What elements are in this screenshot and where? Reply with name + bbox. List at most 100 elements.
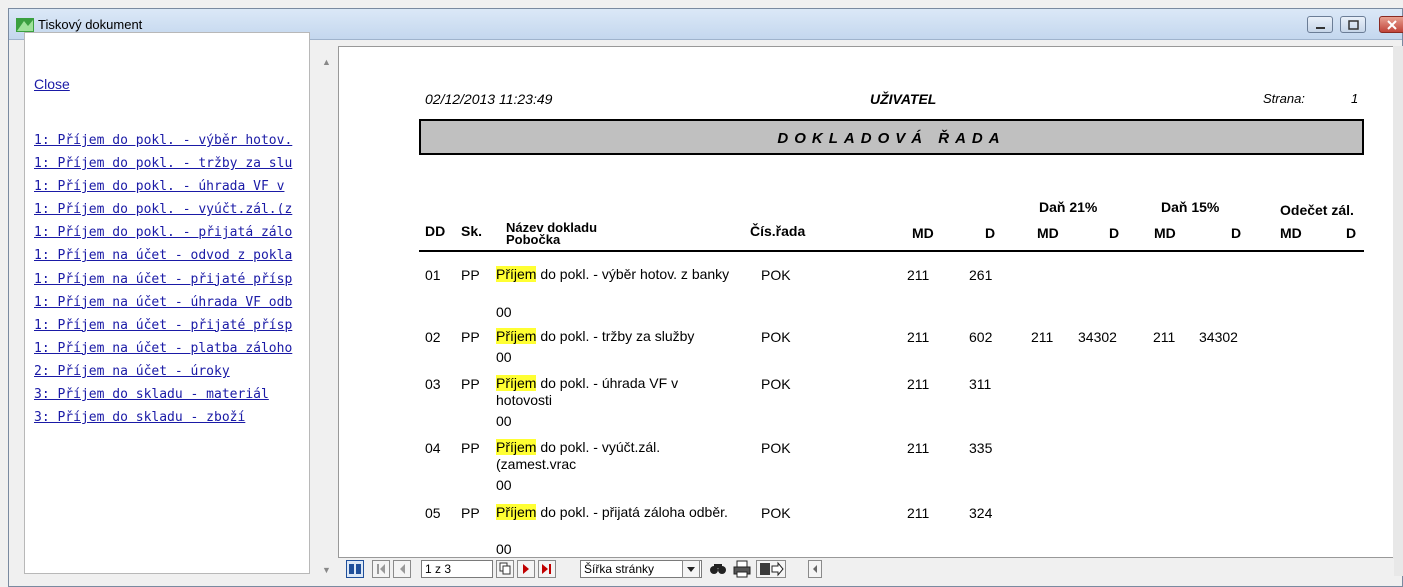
row-sk: PP — [461, 376, 480, 392]
row-dd: 04 — [425, 440, 441, 456]
header-d15: D — [1231, 225, 1242, 241]
search-highlight: Příjem — [496, 439, 537, 455]
document-link[interactable]: 1: Příjem do pokl. - přijatá zálo — [34, 221, 292, 244]
toggle-tree-icon[interactable] — [346, 560, 364, 578]
row-sk: PP — [461, 329, 480, 345]
report-page: 02/12/2013 11:23:49 UŽIVATEL Strana: 1 D… — [339, 47, 1393, 557]
row-d15: 34302 — [1199, 329, 1238, 345]
document-link[interactable]: 1: Příjem do pokl. - vyúčt.zál.(z — [34, 198, 292, 221]
row-md: 211 — [907, 505, 930, 521]
search-highlight: Příjem — [496, 375, 537, 391]
row-d: 324 — [969, 505, 993, 521]
row-name: Příjem do pokl. - úhrada VF v hotovosti — [496, 375, 736, 409]
document-link[interactable]: 1: Příjem do pokl. - úhrada VF v — [34, 175, 292, 198]
row-dd: 05 — [425, 505, 441, 521]
row-md: 211 — [907, 329, 930, 345]
header-md15: MD — [1154, 225, 1176, 241]
header-d21: D — [1109, 225, 1120, 241]
row-md: 211 — [907, 376, 930, 392]
header-md: MD — [912, 225, 934, 241]
page-label: Strana: — [1263, 91, 1305, 106]
report-title: DOKLADOVÁ ŘADA — [777, 130, 1006, 147]
document-link[interactable]: 1: Příjem do pokl. - tržby za slu — [34, 152, 292, 175]
document-link[interactable]: 2: Příjem na účet - úroky — [34, 360, 292, 383]
document-link[interactable]: 3: Příjem do skladu - materiál — [34, 383, 292, 406]
report-title-band: DOKLADOVÁ ŘADA — [419, 119, 1364, 155]
document-link[interactable]: 1: Příjem na účet - platba záloho — [34, 337, 292, 360]
row-d: 311 — [969, 376, 992, 392]
report-viewer: 02/12/2013 11:23:49 UŽIVATEL Strana: 1 D… — [338, 46, 1394, 558]
dropdown-arrow-icon[interactable] — [682, 560, 700, 578]
row-branch: 00 — [496, 541, 512, 557]
header-md21: MD — [1037, 225, 1059, 241]
window-title: Tiskový dokument — [38, 17, 143, 32]
close-link[interactable]: Close — [34, 76, 70, 92]
page-number: 1 — [1351, 91, 1359, 106]
row-d21: 34302 — [1078, 329, 1117, 345]
scroll-up-icon[interactable]: ▲ — [322, 57, 331, 67]
viewer-toolbar: 1 z 3 Šířka stránky — [338, 559, 1394, 581]
first-page-icon[interactable] — [372, 560, 390, 578]
header-series: Čís.řada — [750, 223, 806, 239]
scroll-down-icon[interactable]: ▼ — [322, 565, 331, 575]
row-md15: 211 — [1153, 329, 1176, 345]
row-dd: 03 — [425, 376, 441, 392]
close-icon — [1387, 20, 1397, 30]
row-name-rest: do pokl. - výběr hotov. z banky — [536, 266, 730, 282]
search-highlight: Příjem — [496, 266, 537, 282]
row-name: Příjem do pokl. - přijatá záloha odběr. — [496, 504, 736, 521]
header-deduct: Odečet zál. — [1280, 202, 1354, 218]
row-md21: 211 — [1031, 329, 1054, 345]
document-link[interactable]: 1: Příjem do pokl. - výběr hotov. — [34, 129, 292, 152]
prev-page-icon[interactable] — [393, 560, 411, 578]
row-md: 211 — [907, 267, 930, 283]
header-sk: Sk. — [461, 223, 483, 239]
row-branch: 00 — [496, 304, 512, 320]
search-highlight: Příjem — [496, 504, 537, 520]
row-branch: 00 — [496, 349, 512, 365]
row-d: 602 — [969, 329, 993, 345]
report-datetime: 02/12/2013 11:23:49 — [425, 91, 553, 107]
row-branch: 00 — [496, 413, 512, 429]
minimize-button[interactable] — [1307, 16, 1333, 33]
report-user: UŽIVATEL — [870, 91, 937, 107]
document-list: 1: Příjem do pokl. - výběr hotov. 1: Pří… — [34, 129, 292, 429]
print-icon[interactable] — [732, 560, 752, 578]
row-sk: PP — [461, 505, 480, 521]
viewer-scrollbar[interactable] — [1393, 46, 1403, 576]
row-name-rest: do pokl. - tržby za služby — [536, 328, 695, 344]
next-page-icon[interactable] — [517, 560, 535, 578]
last-page-icon[interactable] — [538, 560, 556, 578]
row-name: Příjem do pokl. - tržby za služby — [496, 328, 736, 345]
row-name: Příjem do pokl. - výběr hotov. z banky — [496, 266, 736, 283]
document-link[interactable]: 1: Příjem na účet - přijaté přísp — [34, 268, 292, 291]
header-rule — [419, 250, 1364, 252]
row-series: POK — [761, 267, 791, 283]
scroll-left-icon[interactable] — [808, 560, 822, 578]
document-link[interactable]: 1: Příjem na účet - odvod z pokla — [34, 244, 292, 267]
close-window-button[interactable] — [1379, 16, 1403, 33]
header-dz: D — [1346, 225, 1357, 241]
row-series: POK — [761, 329, 791, 345]
copy-icon[interactable] — [496, 560, 514, 578]
search-highlight: Příjem — [496, 328, 537, 344]
row-d: 261 — [969, 267, 993, 283]
header-tax15: Daň 15% — [1161, 199, 1220, 215]
document-link[interactable]: 3: Příjem do skladu - zboží — [34, 406, 292, 429]
document-link[interactable]: 1: Příjem na účet - úhrada VF odb — [34, 291, 292, 314]
export-icon[interactable] — [756, 560, 786, 578]
maximize-button[interactable] — [1340, 16, 1366, 33]
document-tree-panel: Close 1: Příjem do pokl. - výběr hotov. … — [24, 32, 310, 574]
header-branch: Pobočka — [506, 232, 561, 247]
row-branch: 00 — [496, 477, 512, 493]
header-d: D — [985, 225, 996, 241]
page-input[interactable]: 1 z 3 — [421, 560, 493, 578]
find-icon[interactable] — [708, 560, 728, 578]
app-icon — [16, 18, 34, 32]
sidebar-scrollbar[interactable]: ▲ ▼ — [320, 52, 332, 582]
header-mdz: MD — [1280, 225, 1302, 241]
minimize-icon — [1316, 27, 1325, 29]
row-series: POK — [761, 505, 791, 521]
document-link[interactable]: 1: Příjem na účet - přijaté přísp — [34, 314, 292, 337]
row-name-rest: do pokl. - přijatá záloha odběr. — [536, 504, 728, 520]
